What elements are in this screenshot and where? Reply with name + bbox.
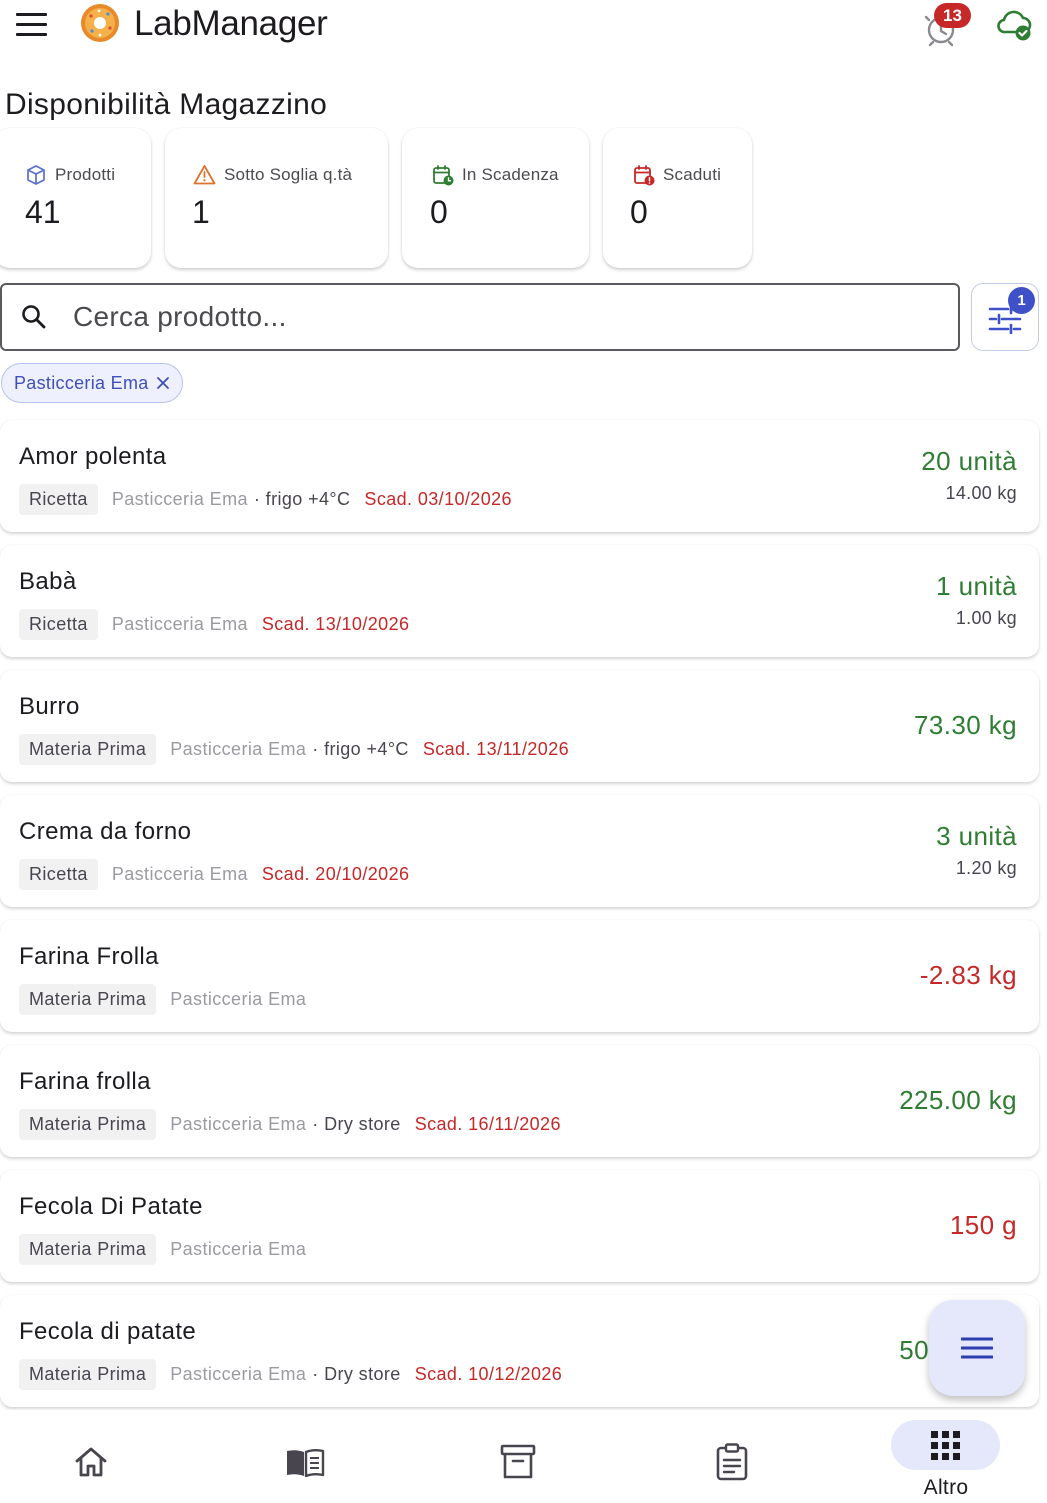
apps-grid-icon bbox=[931, 1431, 960, 1460]
stat-value: 0 bbox=[630, 194, 648, 230]
product-quantity: 3 unità bbox=[936, 821, 1017, 851]
product-location: Pasticceria Ema bbox=[170, 1364, 307, 1384]
product-row[interactable]: Fecola di patate Materia Prima Pasticcer… bbox=[0, 1295, 1039, 1407]
product-name: Burro bbox=[19, 693, 80, 720]
chip-label: Pasticceria Ema bbox=[14, 372, 149, 393]
search-box bbox=[0, 283, 960, 351]
product-row[interactable]: Babà Ricetta Pasticceria Ema Scad. 13/10… bbox=[0, 545, 1039, 657]
product-row[interactable]: Farina Frolla Materia Prima Pasticceria … bbox=[0, 920, 1039, 1032]
product-weight: 1.00 kg bbox=[955, 608, 1017, 628]
nav-more-label[interactable]: Altro bbox=[892, 1476, 1000, 1500]
book-icon bbox=[287, 1449, 325, 1478]
stat-value: 0 bbox=[430, 194, 448, 230]
product-quantity: 50 bbox=[899, 1335, 929, 1365]
product-storage: · frigo +4°C bbox=[312, 739, 409, 759]
product-name: Fecola Di Patate bbox=[19, 1193, 203, 1220]
stat-card-products[interactable]: Prodotti 41 bbox=[0, 128, 151, 268]
product-weight: 14.00 kg bbox=[945, 483, 1017, 503]
nav-more-active-indicator[interactable] bbox=[891, 1420, 1000, 1470]
calendar-clock-icon bbox=[433, 165, 454, 186]
search-icon bbox=[22, 305, 46, 329]
product-quantity: 73.30 kg bbox=[914, 710, 1017, 740]
product-expiry: Scad. 20/10/2026 bbox=[261, 864, 410, 884]
product-type-tag: Ricetta bbox=[19, 609, 98, 640]
product-expiry: Scad. 03/10/2026 bbox=[364, 489, 512, 509]
product-location: Pasticceria Ema bbox=[170, 1114, 307, 1134]
product-expiry: Scad. 16/11/2026 bbox=[414, 1114, 561, 1134]
product-row[interactable]: Crema da forno Ricetta Pasticceria Ema S… bbox=[0, 795, 1039, 907]
product-storage: · Dry store bbox=[312, 1364, 401, 1384]
product-name: Crema da forno bbox=[19, 818, 192, 845]
home-icon bbox=[75, 1447, 107, 1477]
product-name: Babà bbox=[19, 568, 77, 595]
location-filter-chip[interactable]: Pasticceria Ema bbox=[1, 363, 183, 403]
stat-card-expiring[interactable]: In Scadenza 0 bbox=[402, 128, 589, 268]
menu-lines-icon bbox=[961, 1337, 993, 1359]
product-name: Farina Frolla bbox=[19, 943, 159, 970]
product-name: Farina frolla bbox=[19, 1068, 151, 1095]
product-row[interactable]: Burro Materia Prima Pasticceria Ema · fr… bbox=[0, 670, 1039, 782]
product-quantity: 225.00 kg bbox=[899, 1085, 1017, 1115]
notification-badge: 13 bbox=[934, 3, 971, 28]
fab-menu-button[interactable] bbox=[929, 1300, 1025, 1396]
product-location: Pasticceria Ema bbox=[170, 739, 307, 759]
page-title: Disponibilità Magazzino bbox=[5, 88, 328, 121]
cloud-sync-check-icon[interactable] bbox=[994, 6, 1034, 42]
stat-label: Prodotti bbox=[55, 165, 116, 184]
app-logo-icon bbox=[81, 4, 119, 42]
stat-label: Sotto Soglia q.tà bbox=[224, 164, 353, 184]
close-icon[interactable] bbox=[156, 376, 170, 390]
menu-icon[interactable] bbox=[14, 10, 50, 40]
product-location: Pasticceria Ema bbox=[170, 1239, 307, 1259]
nav-recipes[interactable] bbox=[264, 1410, 344, 1503]
product-location: Pasticceria Ema bbox=[111, 489, 248, 509]
product-location: Pasticceria Ema bbox=[170, 989, 307, 1009]
product-storage: · frigo +4°C bbox=[253, 489, 351, 509]
archive-icon bbox=[500, 1444, 536, 1479]
product-type-tag: Materia Prima bbox=[19, 734, 157, 765]
product-quantity: 1 unità bbox=[936, 571, 1017, 601]
app-title: LabManager bbox=[134, 4, 328, 43]
product-name: Fecola di patate bbox=[19, 1318, 197, 1345]
product-quantity: 20 unità bbox=[921, 446, 1017, 476]
bottom-navigation bbox=[0, 1410, 1047, 1503]
nav-archive[interactable] bbox=[478, 1410, 558, 1503]
filter-count-badge: 1 bbox=[1008, 287, 1035, 314]
stat-value: 1 bbox=[192, 194, 210, 230]
nav-orders[interactable] bbox=[692, 1410, 772, 1503]
stat-value: 41 bbox=[25, 194, 61, 230]
product-storage: · Dry store bbox=[312, 1114, 401, 1134]
product-type-tag: Ricetta bbox=[19, 859, 98, 890]
product-type-tag: Materia Prima bbox=[19, 984, 157, 1015]
product-quantity: -2.83 kg bbox=[919, 960, 1017, 990]
product-expiry: Scad. 13/11/2026 bbox=[422, 739, 570, 759]
product-name: Amor polenta bbox=[19, 443, 167, 470]
product-expiry: Scad. 10/12/2026 bbox=[414, 1364, 563, 1384]
product-row[interactable]: Farina frolla Materia Prima Pasticceria … bbox=[0, 1045, 1039, 1157]
search-input[interactable] bbox=[73, 297, 933, 337]
nav-home[interactable] bbox=[51, 1410, 131, 1503]
stat-label: Scaduti bbox=[663, 165, 722, 184]
warning-icon bbox=[193, 165, 216, 185]
calendar-alert-icon bbox=[634, 165, 655, 186]
product-type-tag: Ricetta bbox=[19, 484, 98, 515]
box-icon bbox=[27, 165, 45, 185]
top-app-bar: LabManager 13 bbox=[0, 0, 1047, 50]
product-type-tag: Materia Prima bbox=[19, 1234, 157, 1265]
stat-card-expired[interactable]: Scaduti 0 bbox=[603, 128, 752, 268]
stat-label: In Scadenza bbox=[462, 165, 559, 184]
product-weight: 1.20 kg bbox=[955, 858, 1017, 878]
product-type-tag: Materia Prima bbox=[19, 1359, 157, 1390]
product-row[interactable]: Amor polenta Ricetta Pasticceria Ema · f… bbox=[0, 420, 1039, 532]
product-location: Pasticceria Ema bbox=[111, 614, 248, 634]
product-type-tag: Materia Prima bbox=[19, 1109, 157, 1140]
product-location: Pasticceria Ema bbox=[111, 864, 248, 884]
product-expiry: Scad. 13/10/2026 bbox=[261, 614, 410, 634]
product-quantity: 150 g bbox=[949, 1210, 1017, 1240]
stat-card-below-threshold[interactable]: Sotto Soglia q.tà 1 bbox=[165, 128, 388, 268]
product-row[interactable]: Fecola Di Patate Materia Prima Pasticcer… bbox=[0, 1170, 1039, 1282]
clipboard-icon bbox=[716, 1443, 748, 1481]
